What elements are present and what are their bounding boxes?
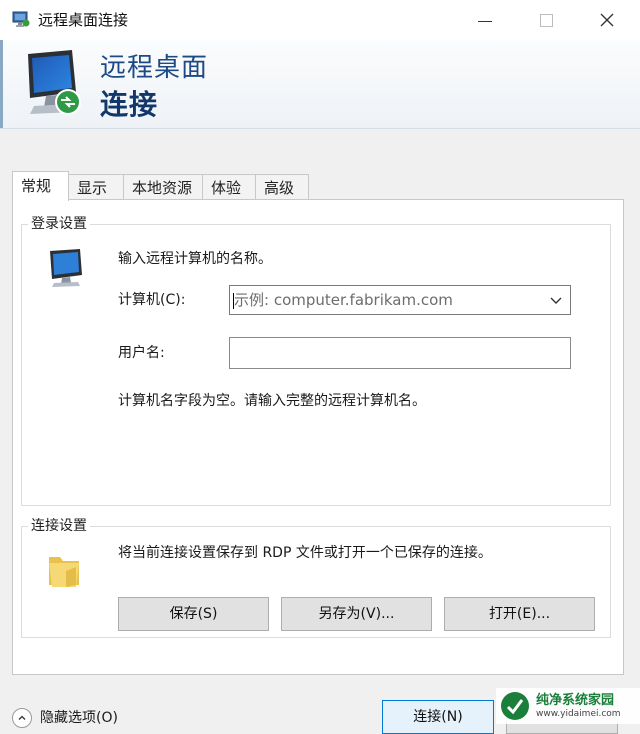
- folder-icon: [49, 557, 79, 587]
- connection-description: 将当前连接设置保存到 RDP 文件或打开一个已保存的连接。: [118, 545, 492, 561]
- watermark-text: 纯净系统家园: [536, 692, 615, 708]
- chevron-up-icon: [12, 708, 32, 728]
- tab-advanced[interactable]: 高级: [255, 174, 309, 201]
- computer-placeholder: 示例: computer.fabrikam.com: [234, 291, 453, 309]
- username-input[interactable]: [229, 337, 571, 369]
- tab-strip: 常规 显示 本地资源 体验 高级: [12, 171, 309, 201]
- general-tab-panel: 登录设置 输入远程计算机的名称。 计算机(C): 示例: computer.fa…: [12, 199, 624, 675]
- computer-name-instruction: 输入远程计算机的名称。: [118, 251, 272, 267]
- login-settings-legend: 登录设置: [28, 214, 90, 234]
- window-title: 远程桌面连接: [38, 11, 129, 29]
- banner-title-line2: 连接: [100, 88, 159, 121]
- minimize-button[interactable]: [469, 6, 501, 34]
- chevron-down-icon[interactable]: [546, 290, 566, 310]
- hide-options-toggle[interactable]: 隐藏选项(O): [12, 708, 118, 728]
- close-button[interactable]: [591, 6, 623, 34]
- computer-label: 计算机(C):: [118, 292, 186, 308]
- title-bar: 远程桌面连接: [0, 0, 640, 40]
- username-label: 用户名:: [118, 345, 165, 361]
- computer-monitor-icon: [50, 249, 82, 287]
- empty-computer-message: 计算机名字段为空。请输入完整的远程计算机名。: [118, 393, 426, 409]
- computer-combobox[interactable]: 示例: computer.fabrikam.com: [229, 285, 571, 315]
- minimize-icon: [478, 20, 492, 22]
- open-button[interactable]: 打开(E)...: [444, 597, 595, 631]
- maximize-icon: [539, 13, 553, 27]
- maximize-button[interactable]: [530, 6, 562, 34]
- tab-experience[interactable]: 体验: [202, 174, 256, 201]
- remote-desktop-icon: [12, 11, 30, 27]
- computer-monitor-icon: [28, 50, 81, 115]
- close-icon: [600, 13, 614, 27]
- login-settings-group: 登录设置 输入远程计算机的名称。 计算机(C): 示例: computer.fa…: [21, 214, 611, 506]
- hide-options-label: 隐藏选项(O): [40, 710, 118, 726]
- watermark-logo-icon: [501, 692, 529, 720]
- connection-settings-group: 连接设置 将当前连接设置保存到 RDP 文件或打开一个已保存的连接。 保存(S)…: [21, 516, 611, 638]
- tab-display[interactable]: 显示: [68, 174, 124, 201]
- banner-accent: [0, 40, 3, 128]
- save-as-button[interactable]: 另存为(V)...: [281, 597, 432, 631]
- tab-local-resources[interactable]: 本地资源: [123, 174, 203, 201]
- banner-title-line1: 远程桌面: [100, 53, 209, 83]
- connection-settings-legend: 连接设置: [28, 516, 90, 536]
- watermark: 纯净系统家园 www.yidaimei.com: [496, 688, 640, 724]
- tab-general[interactable]: 常规: [12, 171, 69, 201]
- connect-button[interactable]: 连接(N): [382, 700, 494, 734]
- save-button[interactable]: 保存(S): [118, 597, 269, 631]
- header-banner: 远程桌面 连接: [0, 40, 640, 129]
- watermark-url: www.yidaimei.com: [536, 708, 621, 719]
